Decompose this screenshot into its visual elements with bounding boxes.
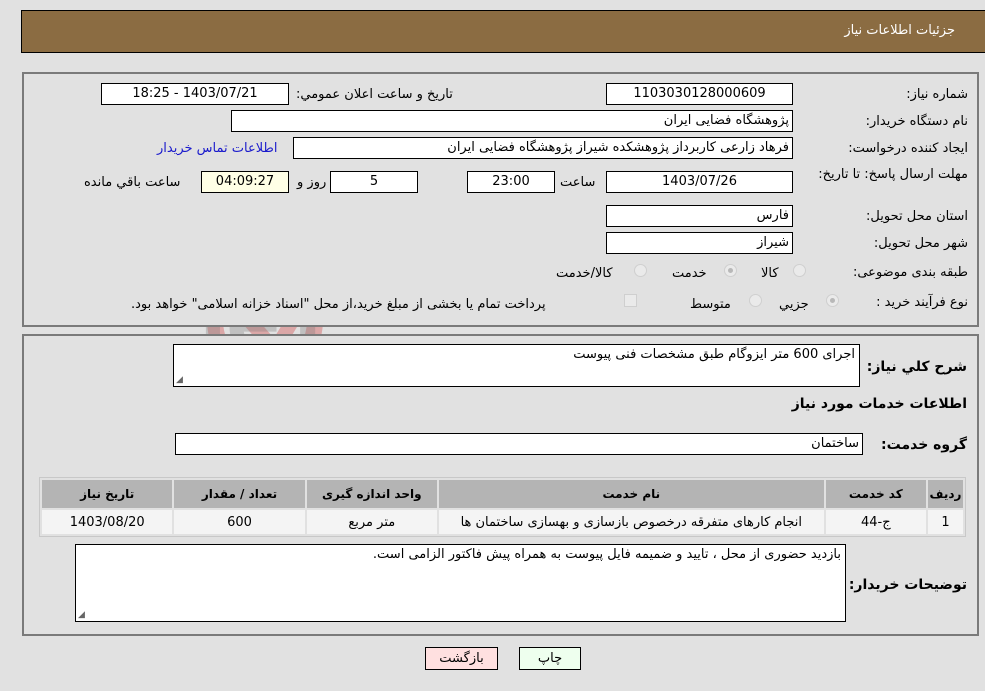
category-goods-service-radio[interactable] [634, 264, 647, 277]
category-service-label: خدمت [672, 266, 707, 281]
deadline-time-field: 23:00 [467, 171, 555, 193]
cell-need-date: 1403/08/20 [42, 510, 173, 534]
requester-label: ایجاد کننده درخواست: [848, 141, 968, 156]
cell-quantity: 600 [174, 510, 305, 534]
requester-field: فرهاد زارعی کاربرداز پژوهشکده شیراز پژوه… [293, 137, 793, 159]
province-field: فارس [606, 205, 793, 227]
city-field: شیراز [606, 232, 793, 254]
city-label: شهر محل تحویل: [873, 236, 968, 251]
buyer-contact-link[interactable]: اطلاعات تماس خریدار [157, 141, 277, 156]
service-group-label: گروه خدمت: [881, 437, 967, 453]
process-medium-radio[interactable] [749, 294, 762, 307]
header-need-date: تاریخ نیاز [42, 480, 173, 508]
buyer-notes-label: توضیحات خریدار: [848, 577, 967, 593]
cell-service-name: انجام کارهای متفرقه درخصوص بازسازی و بهس… [438, 510, 824, 534]
days-remaining-field: 5 [330, 171, 418, 193]
need-number-field: 1103030128000609 [606, 83, 793, 105]
need-number-label: شماره نیاز: [906, 87, 968, 102]
process-minor-radio[interactable] [826, 294, 839, 307]
days-label: روز و [297, 175, 327, 190]
deadline-date-field: 1403/07/26 [606, 171, 793, 193]
cell-service-code: ج-44 [825, 510, 926, 534]
treasury-checkbox[interactable] [624, 294, 637, 307]
time-remaining-label: ساعت باقي مانده [84, 175, 181, 190]
services-table: ردیف کد خدمت نام خدمت واحد اندازه گیری ت… [39, 477, 966, 537]
resize-grip-icon[interactable]: ◢ [176, 375, 183, 385]
process-medium-label: متوسط [690, 297, 731, 312]
resize-grip-icon[interactable]: ◢ [78, 610, 85, 620]
cell-row-number: 1 [927, 510, 963, 534]
buyer-org-field: پژوهشگاه فضایی ایران [231, 110, 793, 132]
treasury-note: پرداخت تمام یا بخشی از مبلغ خرید،از محل … [131, 297, 546, 312]
service-group-field: ساختمان [175, 433, 863, 455]
table-row: 1 ج-44 انجام کارهای متفرقه درخصوص بازساز… [42, 510, 963, 534]
process-minor-label: جزيي [779, 297, 809, 312]
table-header-row: ردیف کد خدمت نام خدمت واحد اندازه گیری ت… [42, 480, 963, 508]
category-label: طبقه بندی موضوعی: [852, 265, 968, 280]
deadline-time-label: ساعت [560, 175, 596, 190]
buyer-notes-textarea[interactable]: بازدید حضوری از محل ، تایید و ضمیمه فایل… [75, 544, 846, 622]
header-service-name: نام خدمت [438, 480, 824, 508]
description-textarea[interactable]: اجرای 600 متر ایزوگام طبق مشخصات فنی پیو… [173, 344, 860, 387]
process-type-label: نوع فرآیند خرید : [876, 295, 968, 310]
back-button[interactable]: بازگشت [425, 647, 498, 670]
print-button[interactable]: چاپ [519, 647, 581, 670]
buyer-notes-text: بازدید حضوری از محل ، تایید و ضمیمه فایل… [372, 547, 841, 562]
description-text: اجرای 600 متر ایزوگام طبق مشخصات فنی پیو… [573, 347, 855, 362]
description-label: شرح کلي نیاز: [866, 359, 967, 375]
header-unit: واحد اندازه گیری [306, 480, 437, 508]
province-label: استان محل تحویل: [866, 209, 968, 224]
header-row-number: ردیف [927, 480, 963, 508]
buyer-org-label: نام دستگاه خریدار: [865, 114, 968, 129]
announce-datetime-label: تاریخ و ساعت اعلان عمومي: [296, 87, 453, 102]
services-section-title: اطلاعات خدمات مورد نیاز [791, 396, 967, 412]
header-quantity: تعداد / مقدار [174, 480, 305, 508]
page-header: جزئیات اطلاعات نیاز [21, 10, 985, 53]
category-goods-label: کالا [761, 266, 779, 281]
header-service-code: کد خدمت [825, 480, 926, 508]
announce-datetime-field: 1403/07/21 - 18:25 [101, 83, 289, 105]
page-title: جزئیات اطلاعات نیاز [844, 23, 955, 38]
time-remaining-field: 04:09:27 [201, 171, 289, 193]
category-goods-service-label: کالا/خدمت [556, 266, 613, 281]
deadline-label: مهلت ارسال پاسخ: تا تاریخ: [818, 167, 968, 182]
category-goods-radio[interactable] [793, 264, 806, 277]
category-service-radio[interactable] [724, 264, 737, 277]
cell-unit: متر مربع [306, 510, 437, 534]
